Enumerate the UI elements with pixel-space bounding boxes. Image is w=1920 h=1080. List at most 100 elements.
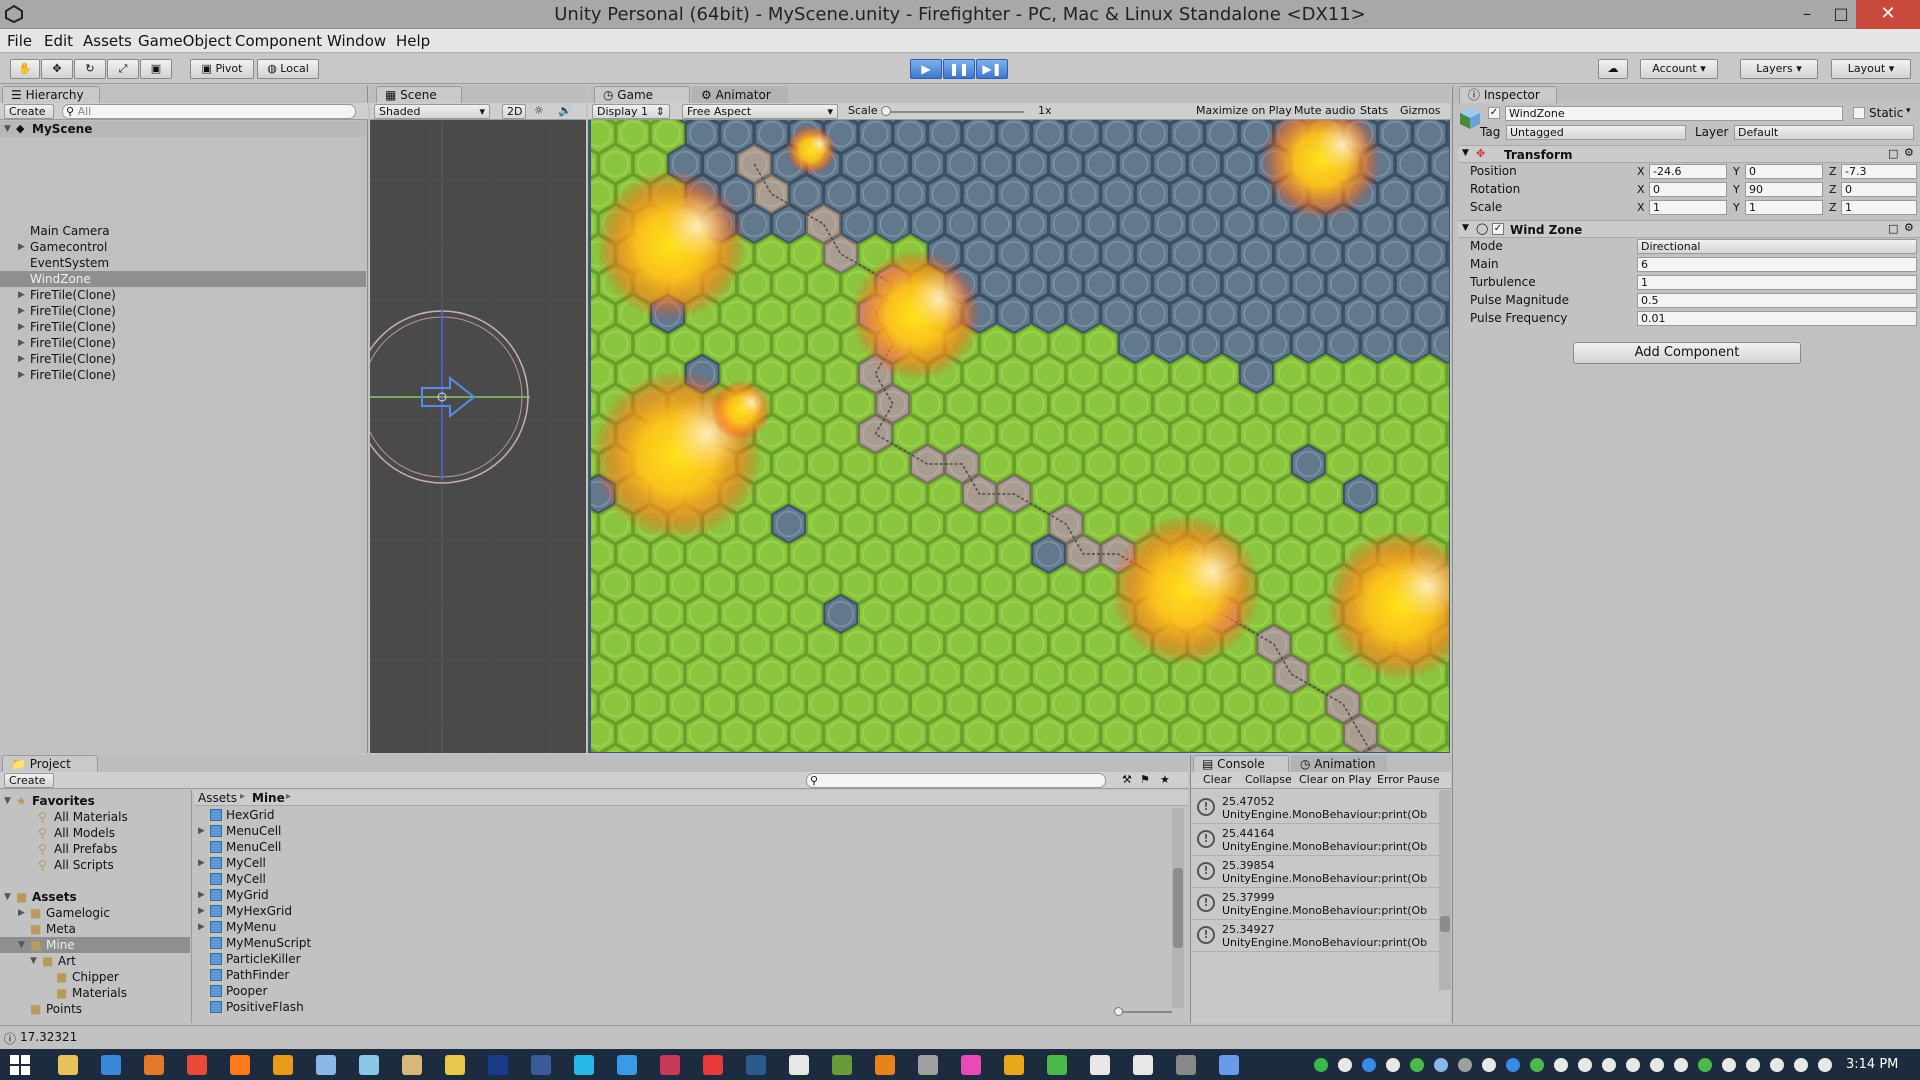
layout-dropdown[interactable]: Layout ▾	[1831, 59, 1911, 79]
blender-icon[interactable]	[918, 1055, 938, 1075]
filter-type-icon[interactable]: ⚒	[1118, 773, 1136, 788]
console-log-entry[interactable]: ! 25.34927 UnityEngine.MonoBehaviour:print…	[1192, 920, 1440, 952]
app-icon[interactable]	[1219, 1055, 1239, 1075]
expand-arrow-icon[interactable]: ▼	[4, 793, 11, 809]
app-icon[interactable]	[359, 1055, 379, 1075]
tab-animation[interactable]: ◷ Animation	[1291, 755, 1387, 772]
tab-project[interactable]: 📁 Project	[2, 755, 98, 772]
rotate-tool-button[interactable]: ↻	[74, 59, 106, 79]
hierarchy-item[interactable]: ▶ Gamecontrol	[0, 239, 366, 255]
console-collapse-toggle[interactable]: Collapse	[1241, 773, 1296, 788]
system-tray-icon[interactable]	[1434, 1058, 1448, 1072]
audio-toggle-icon[interactable]: 🔊	[554, 104, 576, 119]
tab-hierarchy[interactable]: ☰ Hierarchy	[2, 86, 100, 103]
system-tray-icon[interactable]	[1650, 1058, 1664, 1072]
menu-help[interactable]: Help	[396, 32, 430, 50]
favorite-item[interactable]: ⚲ All Models	[0, 825, 190, 841]
hierarchy-create-dropdown[interactable]: Create ▾	[4, 104, 54, 132]
app-icon[interactable]	[1090, 1055, 1110, 1075]
app-icon[interactable]	[402, 1055, 422, 1075]
expand-arrow-icon[interactable]: ▼	[1462, 223, 1469, 233]
system-tray-icon[interactable]	[1602, 1058, 1616, 1072]
hand-tool-button[interactable]: ✋	[10, 59, 40, 79]
app-icon[interactable]	[445, 1055, 465, 1075]
active-checkbox[interactable]: ✓	[1488, 107, 1500, 119]
maximize-button[interactable]: □	[1822, 0, 1860, 29]
project-file-item[interactable]: MyCell	[198, 871, 1168, 887]
mode-2d-toggle[interactable]: 2D	[502, 104, 526, 119]
tab-game[interactable]: ◷ Game	[594, 86, 690, 103]
position-x-field[interactable]: -24.6	[1649, 164, 1727, 179]
app-icon[interactable]	[746, 1055, 766, 1075]
expand-arrow-icon[interactable]: ▶	[18, 367, 25, 383]
system-tray-icon[interactable]	[1626, 1058, 1640, 1072]
system-tray-icon[interactable]	[1698, 1058, 1712, 1072]
project-search-input[interactable]: ⚲	[806, 773, 1106, 788]
rotation-y-field[interactable]: 90	[1745, 182, 1823, 197]
aspect-dropdown[interactable]: Free Aspect ▾	[682, 104, 838, 119]
system-tray-icon[interactable]	[1482, 1058, 1496, 1072]
visual-studio-icon[interactable]	[703, 1055, 723, 1075]
scale-y-field[interactable]: 1	[1745, 200, 1823, 215]
expand-arrow-icon[interactable]: ▶	[18, 319, 25, 335]
hierarchy-item[interactable]: WindZone	[0, 271, 366, 287]
breadcrumb-mine[interactable]: Mine	[252, 791, 285, 805]
folder-item[interactable]: ▶ ■ Gamelogic	[0, 905, 190, 921]
status-message[interactable]: 17.32321	[20, 1030, 77, 1044]
expand-arrow-icon[interactable]: ▼	[1462, 148, 1469, 158]
photoshop-icon[interactable]	[531, 1055, 551, 1075]
windows-start-icon[interactable]	[10, 1055, 30, 1075]
windzone-prop-field[interactable]: 1	[1637, 275, 1917, 290]
expand-arrow-icon[interactable]: ▶	[198, 887, 205, 903]
display-dropdown[interactable]: Display 1 ⇕	[592, 104, 670, 119]
unity-icon[interactable]	[832, 1055, 852, 1075]
project-file-item[interactable]: HexGrid	[198, 807, 1168, 823]
hierarchy-item[interactable]: ▶ FireTile(Clone)	[0, 335, 366, 351]
local-toggle[interactable]: ◍ Local	[257, 59, 319, 79]
project-scrollbar-thumb[interactable]	[1173, 868, 1183, 948]
app-icon[interactable]	[1176, 1055, 1196, 1075]
project-file-item[interactable]: ▶ MenuCell	[198, 823, 1168, 839]
scale-tool-button[interactable]: ⤢	[107, 59, 139, 79]
app-icon[interactable]	[1004, 1055, 1024, 1075]
system-tray-icon[interactable]	[1530, 1058, 1544, 1072]
close-button[interactable]: ✕	[1856, 0, 1920, 29]
system-tray-icon[interactable]	[1410, 1058, 1424, 1072]
firefox-icon[interactable]	[230, 1055, 250, 1075]
expand-arrow-icon[interactable]: ▶	[18, 303, 25, 319]
project-file-item[interactable]: PathFinder	[198, 967, 1168, 983]
pivot-toggle[interactable]: ▣ Pivot	[190, 59, 254, 79]
app-icon[interactable]	[1133, 1055, 1153, 1075]
system-tray-icon[interactable]	[1818, 1058, 1832, 1072]
hierarchy-item[interactable]: ▶ FireTile(Clone)	[0, 319, 366, 335]
system-tray-icon[interactable]	[1386, 1058, 1400, 1072]
windzone-prop-field[interactable]: 6	[1637, 257, 1917, 272]
project-file-item[interactable]: ▶ MyCell	[198, 855, 1168, 871]
app-icon[interactable]	[961, 1055, 981, 1075]
expand-arrow-icon[interactable]: ▼	[4, 889, 11, 905]
tag-dropdown[interactable]: Untagged	[1506, 125, 1686, 140]
hierarchy-item[interactable]: ▶ FireTile(Clone)	[0, 351, 366, 367]
gizmos-dropdown[interactable]: Gizmos ▾	[1396, 104, 1450, 131]
system-tray-icon[interactable]	[1554, 1058, 1568, 1072]
minimize-button[interactable]: –	[1788, 0, 1826, 29]
hierarchy-search-input[interactable]: ⚲ All	[62, 104, 356, 119]
mute-audio-toggle[interactable]: Mute audio	[1290, 104, 1360, 119]
project-file-item[interactable]: MenuCell	[198, 839, 1168, 855]
vlc-icon[interactable]	[273, 1055, 293, 1075]
scale-slider[interactable]	[884, 111, 1024, 113]
app-icon[interactable]	[660, 1055, 680, 1075]
project-file-item[interactable]: ▶ MyMenu	[198, 919, 1168, 935]
favorite-item[interactable]: ⚲ All Scripts	[0, 857, 190, 873]
favorite-item[interactable]: ⚲ All Materials	[0, 809, 190, 825]
hierarchy-item[interactable]: ▶ FireTile(Clone)	[0, 367, 366, 383]
expand-arrow-icon[interactable]: ▶	[18, 351, 25, 367]
console-log-entry[interactable]: ! 25.37999 UnityEngine.MonoBehaviour:print…	[1192, 888, 1440, 920]
stats-toggle[interactable]: Stats	[1356, 104, 1392, 119]
app-icon[interactable]	[1047, 1055, 1067, 1075]
project-file-item[interactable]: ParticleKiller	[198, 951, 1168, 967]
gear-icon[interactable]: ⚙	[1904, 146, 1914, 159]
system-tray-icon[interactable]	[1338, 1058, 1352, 1072]
project-file-item[interactable]: MyMenuScript	[198, 935, 1168, 951]
expand-arrow-icon[interactable]: ▶	[18, 335, 25, 351]
